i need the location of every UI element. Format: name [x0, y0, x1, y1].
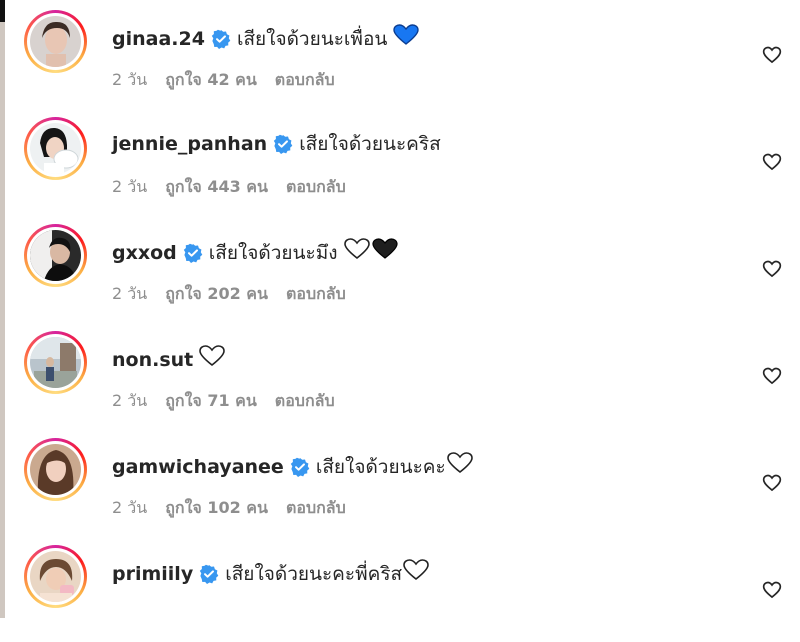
- avatar-story-ring[interactable]: [24, 10, 87, 73]
- comment-time: 2 วัน: [112, 391, 148, 410]
- comment-text: เสียใจด้วยนะเพื่อน: [236, 27, 388, 50]
- comment-username[interactable]: non.sut: [112, 347, 193, 373]
- like-heart-icon[interactable]: [762, 259, 782, 279]
- reply-button[interactable]: ตอบกลับ: [286, 284, 346, 303]
- comment-likes[interactable]: ถูกใจ 42 คน: [165, 70, 257, 89]
- comment-username[interactable]: ginaa.24: [112, 26, 205, 52]
- avatar-story-ring[interactable]: [24, 117, 87, 180]
- comment-text: เสียใจด้วยนะคะพี่คริส: [225, 562, 403, 585]
- reply-button[interactable]: ตอบกลับ: [275, 391, 335, 410]
- verified-badge-icon: [211, 29, 231, 49]
- comment-text: เสียใจด้วยนะคริส: [299, 133, 441, 155]
- comment-item: ginaa.24 เสียใจด้วยนะเพื่อน 2 วัน ถูกใจ 4…: [0, 0, 800, 107]
- verified-badge-icon: [290, 457, 310, 477]
- comment-item: gamwichayanee เสียใจด้วยนะคะ 2 วัน ถูกใจ …: [0, 428, 800, 535]
- white-heart-icon: [199, 345, 226, 374]
- comment-likes[interactable]: ถูกใจ 202 คน: [165, 284, 268, 303]
- comment-likes[interactable]: ถูกใจ 71 คน: [165, 391, 257, 410]
- white-heart-icon: [403, 559, 429, 588]
- comment-likes[interactable]: ถูกใจ 443 คน: [165, 177, 268, 196]
- avatar-story-ring[interactable]: [24, 331, 87, 394]
- reply-button[interactable]: ตอบกลับ: [286, 498, 346, 517]
- avatar: [30, 16, 81, 67]
- avatar: [30, 551, 81, 602]
- verified-badge-icon: [200, 564, 219, 584]
- comment-time: 2 วัน: [112, 177, 148, 196]
- verified-badge-icon: [183, 243, 203, 263]
- blue-heart-icon: [393, 24, 420, 53]
- avatar-story-ring[interactable]: [24, 438, 87, 501]
- verified-badge-icon: [273, 134, 293, 154]
- like-heart-icon[interactable]: [762, 152, 782, 172]
- avatar: [30, 444, 81, 495]
- comment-username[interactable]: jennie_panhan: [112, 131, 267, 157]
- comment-username[interactable]: gxxod: [112, 240, 177, 266]
- comment-likes[interactable]: ถูกใจ 102 คน: [165, 498, 268, 517]
- like-heart-icon[interactable]: [762, 473, 782, 493]
- avatar-story-ring[interactable]: [24, 224, 87, 287]
- reply-button[interactable]: ตอบกลับ: [286, 177, 346, 196]
- comment-username[interactable]: primiily: [112, 561, 193, 587]
- comment-time: 2 วัน: [112, 498, 148, 517]
- like-heart-icon[interactable]: [762, 366, 782, 386]
- avatar: [30, 337, 81, 388]
- comment-time: 2 วัน: [112, 284, 148, 303]
- comment-item: jennie_panhan เสียใจด้วยนะคริส 2 วัน ถูกใ…: [0, 107, 800, 214]
- comment-username[interactable]: gamwichayanee: [112, 454, 284, 480]
- avatar-story-ring[interactable]: [24, 545, 87, 608]
- black-heart-icon: [371, 238, 398, 267]
- like-heart-icon[interactable]: [762, 580, 782, 600]
- comment-item: non.sut 2 วัน ถูกใจ 71 คน ตอบกลับ: [0, 321, 800, 428]
- white-heart-icon: [343, 238, 370, 267]
- comment-item: primiily เสียใจด้วยนะคะพี่คริส: [0, 535, 800, 642]
- reply-button[interactable]: ตอบกลับ: [275, 70, 335, 89]
- avatar: [30, 123, 81, 174]
- comment-text: เสียใจด้วยนะคะ: [315, 455, 446, 478]
- comment-text: เสียใจด้วยนะมึง: [208, 241, 338, 264]
- like-heart-icon[interactable]: [762, 45, 782, 65]
- comment-time: 2 วัน: [112, 70, 148, 89]
- white-heart-icon: [446, 452, 473, 481]
- comment-item: gxxod เสียใจด้วยนะมึง 2 วัน ถูกใจ 202 คน ต…: [0, 214, 800, 321]
- avatar: [30, 230, 81, 281]
